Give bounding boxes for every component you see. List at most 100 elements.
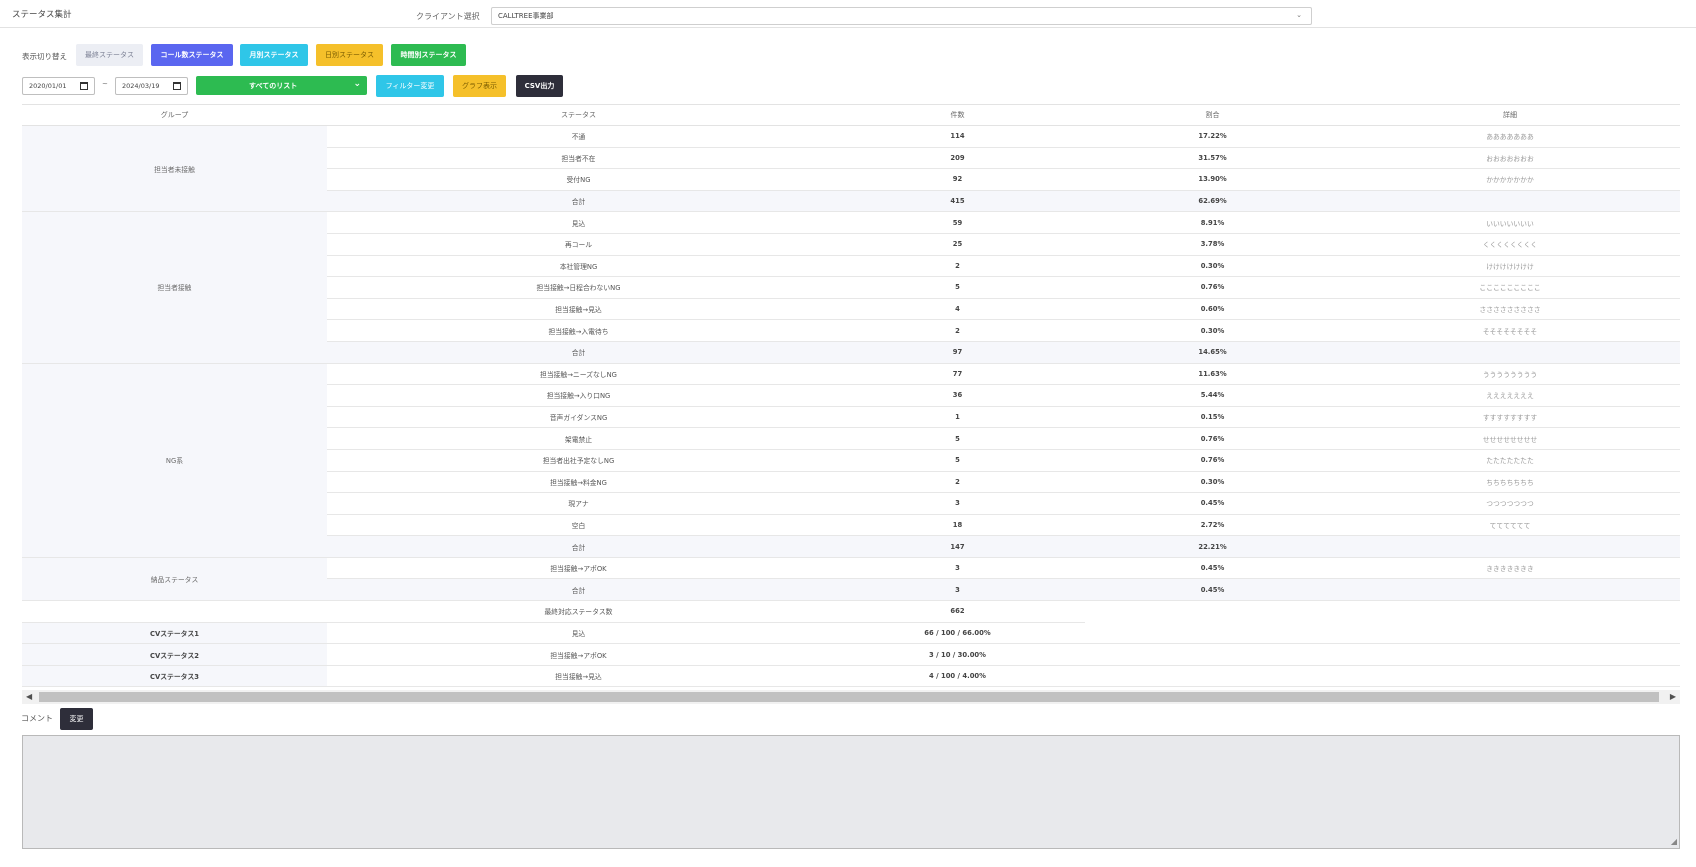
detail-cell: こここここここここ: [1340, 276, 1680, 299]
status-table: グループ ステータス 件数 割合 詳細 担当者未接触 不通 114 17.22% あああ…: [22, 104, 1680, 688]
count-cell: 1: [830, 406, 1085, 429]
column-header: 割合: [1085, 104, 1340, 126]
column-header: ステータス: [327, 104, 830, 126]
count-cell: 5: [830, 427, 1085, 450]
detail-cell: さささささささささ: [1340, 298, 1680, 321]
ratio-cell: 0.30%: [1085, 319, 1340, 342]
cv-blank-cell: [1085, 622, 1680, 645]
detail-cell: てててててて: [1340, 514, 1680, 537]
group-name-cell: 担当者接触: [22, 211, 327, 364]
final-total-label: 最終対応ステータス数: [327, 600, 830, 623]
cv-blank-cell: [1085, 643, 1680, 666]
filter-change-button[interactable]: フィルター変更: [376, 75, 444, 97]
detail-cell: かかかかかかか: [1340, 168, 1680, 191]
calendar-icon[interactable]: [80, 82, 88, 90]
ratio-cell: 0.76%: [1085, 449, 1340, 472]
date-range-separator: ~: [102, 80, 108, 88]
count-cell: 59: [830, 211, 1085, 234]
ratio-cell: 2.72%: [1085, 514, 1340, 537]
calendar-icon[interactable]: [173, 82, 181, 90]
detail-cell: いいいいいいい: [1340, 211, 1680, 234]
subtotal-detail: [1340, 341, 1680, 364]
cv-name-cell: CVステータス1: [22, 622, 327, 645]
detail-cell: つつつつつつつ: [1340, 492, 1680, 515]
cv-status-cell: 担当接触→見込: [327, 665, 830, 688]
subtotal-ratio: 22.21%: [1085, 535, 1340, 558]
detail-cell: くくくくくくくく: [1340, 233, 1680, 256]
status-cell: 担当者出社予定なしNG: [327, 449, 830, 472]
client-select[interactable]: CALLTREE事業部 ⌄: [491, 7, 1312, 25]
subtotal-detail: [1340, 190, 1680, 213]
list-select-value: すべてのリスト: [249, 81, 298, 90]
detail-cell: えええええええ: [1340, 384, 1680, 407]
ratio-cell: 0.30%: [1085, 255, 1340, 278]
scroll-left-arrow-icon[interactable]: ◀: [26, 692, 32, 702]
status-cell: 担当接触→日程合わないNG: [327, 276, 830, 299]
client-select-label: クライアント選択: [416, 12, 480, 21]
comment-textarea[interactable]: ◢: [22, 735, 1680, 849]
hourly-status-button[interactable]: 時間別ステータス: [391, 44, 466, 66]
detail-cell: おおおおおおお: [1340, 147, 1680, 170]
monthly-status-button[interactable]: 月別ステータス: [240, 44, 308, 66]
subtotal-detail: [1340, 578, 1680, 602]
cv-status-cell: 見込: [327, 622, 830, 645]
column-header: グループ: [22, 104, 327, 126]
detail-cell: せせせせせせせせ: [1340, 427, 1680, 450]
ratio-cell: 0.15%: [1085, 406, 1340, 429]
ratio-cell: 0.45%: [1085, 492, 1340, 515]
page-title: ステータス集計: [12, 10, 72, 20]
status-cell: 担当者不在: [327, 147, 830, 170]
status-cell: 担当接触→入り口NG: [327, 384, 830, 407]
scroll-right-arrow-icon[interactable]: ▶: [1670, 692, 1676, 702]
status-cell: 担当接触→見込: [327, 298, 830, 321]
status-cell: 空白: [327, 514, 830, 537]
resize-grip-icon[interactable]: ◢: [1671, 837, 1677, 846]
cv-row: CVステータス1 見込 66 / 100 / 66.00%: [22, 622, 1680, 645]
list-select[interactable]: すべてのリスト ⌄: [196, 76, 367, 95]
subtotal-count: 3: [830, 578, 1085, 602]
ratio-cell: 31.57%: [1085, 147, 1340, 170]
detail-cell: ききききききき: [1340, 557, 1680, 580]
status-cell: 担当接触→アポOK: [327, 557, 830, 580]
status-cell: 担当接触→入電待ち: [327, 319, 830, 342]
subtotal-label: 合計: [327, 535, 830, 558]
cv-value-cell: 3 / 10 / 30.00%: [830, 643, 1085, 666]
date-from-input[interactable]: 2020/01/01: [22, 77, 95, 95]
final-total-count: 662: [830, 600, 1085, 623]
count-cell: 5: [830, 449, 1085, 472]
cv-blank-cell: [1085, 665, 1680, 688]
status-cell: 本社管理NG: [327, 255, 830, 278]
comment-change-button[interactable]: 変更: [60, 708, 93, 730]
cv-name-cell: CVステータス2: [22, 643, 327, 666]
count-cell: 209: [830, 147, 1085, 170]
subtotal-ratio: 14.65%: [1085, 341, 1340, 364]
detail-cell: うううううううう: [1340, 363, 1680, 386]
detail-cell: けけけけけけけ: [1340, 255, 1680, 278]
table-row: NG系 担当接触→ニーズなしNG 77 11.63% うううううううう: [22, 363, 1680, 558]
group-name-cell: NG系: [22, 363, 327, 558]
date-to-input[interactable]: 2024/03/19: [115, 77, 188, 95]
horizontal-scrollbar[interactable]: ◀ ▶: [22, 690, 1680, 704]
call-count-status-button[interactable]: コール数ステータス: [151, 44, 233, 66]
group-name-cell: 担当者未接触: [22, 125, 327, 213]
count-cell: 2: [830, 319, 1085, 342]
table-row: 納品ステータス 担当接触→アポOK 3 0.45% ききききききき: [22, 557, 1680, 602]
graph-display-button[interactable]: グラフ表示: [453, 75, 506, 97]
ratio-cell: 3.78%: [1085, 233, 1340, 256]
last-status-button[interactable]: 最終ステータス: [76, 44, 143, 66]
detail-cell: たたたたたたた: [1340, 449, 1680, 472]
count-cell: 5: [830, 276, 1085, 299]
status-cell: 再コール: [327, 233, 830, 256]
scrollbar-thumb[interactable]: [39, 692, 1659, 702]
ratio-cell: 0.76%: [1085, 276, 1340, 299]
subtotal-count: 415: [830, 190, 1085, 213]
cv-name-cell: CVステータス3: [22, 665, 327, 688]
column-header: 詳細: [1340, 104, 1680, 126]
subtotal-label: 合計: [327, 341, 830, 364]
final-total-blank: [1085, 601, 1680, 623]
csv-export-button[interactable]: CSV出力: [516, 75, 563, 97]
ratio-cell: 0.60%: [1085, 298, 1340, 321]
daily-status-button[interactable]: 日別ステータス: [316, 44, 383, 66]
cv-status-cell: 担当接触→アポOK: [327, 643, 830, 666]
subtotal-label: 合計: [327, 578, 830, 602]
